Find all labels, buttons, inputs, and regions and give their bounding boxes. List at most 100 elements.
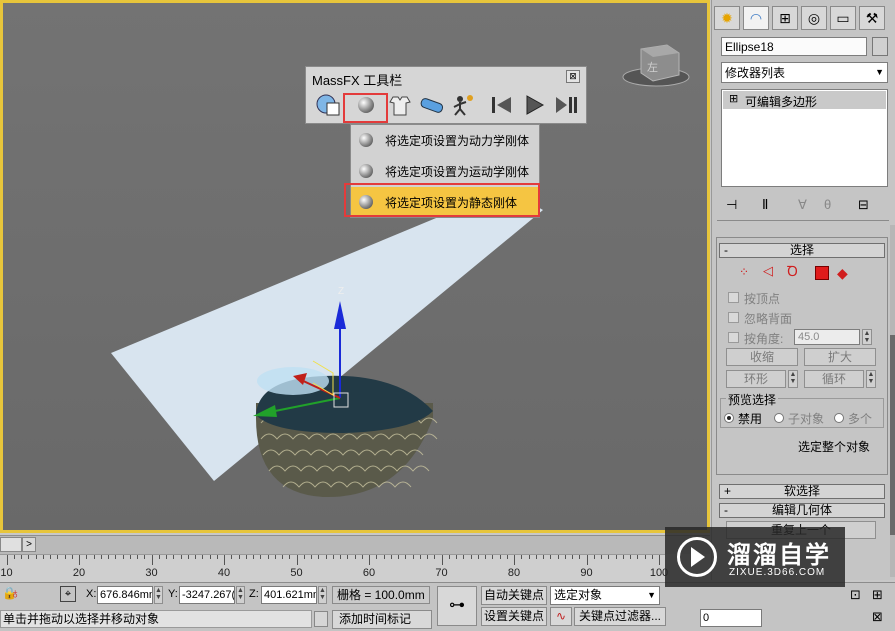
x-spinner[interactable]: ▲ ▼ (154, 586, 163, 604)
timeline-minor-tick (543, 555, 544, 559)
utilities-tab-icon[interactable]: ⚒ (859, 6, 885, 30)
expand-icon[interactable]: ⊞ (729, 92, 738, 105)
timeline-tick-label: 10 (0, 567, 13, 579)
timeline-minor-tick (296, 555, 298, 559)
edit-geometry-rollout-header[interactable]: - 编辑几何体 (719, 503, 885, 518)
subobject-radio[interactable] (774, 413, 784, 423)
z-spinner[interactable]: ▲ ▼ (318, 586, 327, 604)
timeline-minor-tick (427, 555, 428, 559)
make-unique-icon[interactable]: ∀ (798, 197, 807, 213)
absolute-mode-icon[interactable]: ⌖ (60, 586, 76, 602)
key-filter-curve-icon[interactable]: ∿ (550, 607, 572, 626)
timeline-tick-label: 30 (145, 567, 158, 579)
x-coordinate-field[interactable]: 676.846mm (97, 586, 153, 604)
key-filters-button[interactable]: 关键点过滤器... (574, 607, 666, 626)
modifier-stack[interactable]: ⊞ 可编辑多边形 (721, 89, 888, 187)
constraint-icon[interactable] (418, 91, 446, 119)
ragdoll-icon[interactable] (450, 91, 478, 119)
timeline-minor-tick (6, 555, 8, 559)
time-slider[interactable]: > (0, 535, 710, 554)
maximize-viewport-icon[interactable]: ⊠ (872, 609, 883, 625)
play-simulation-icon[interactable] (520, 91, 548, 119)
zoom-extents-icon[interactable]: ⊡ (850, 587, 861, 603)
modify-tab-icon[interactable]: ◠ (743, 6, 769, 30)
mcloth-icon[interactable] (386, 91, 414, 119)
show-end-result-icon[interactable]: Ⅱ (762, 197, 768, 213)
timeline-minor-tick (50, 555, 51, 559)
timeline-minor-tick (151, 555, 153, 559)
reset-simulation-icon[interactable] (488, 91, 516, 119)
angle-field[interactable]: 45.0 (794, 329, 860, 345)
grow-button[interactable]: 扩大 (804, 348, 876, 366)
timeline-ruler[interactable]: 10 20 30 40 50 60 70 80 90 100 (0, 554, 668, 583)
timeline-minor-tick (419, 555, 421, 559)
angle-spinner[interactable]: ▲ ▼ (862, 329, 872, 345)
ring-button[interactable]: 环形 (726, 370, 786, 388)
edge-subobject-icon[interactable]: ◁ (763, 263, 773, 279)
timeline-minor-tick (318, 555, 320, 559)
by-vertex-checkbox[interactable] (728, 292, 739, 303)
timeline-minor-tick (644, 555, 646, 559)
timeline-minor-tick (195, 555, 196, 559)
set-key-button[interactable]: 设置关键点 (481, 607, 547, 626)
viewcube[interactable]: 左 (621, 41, 691, 91)
y-spinner[interactable]: ▲ ▼ (236, 586, 245, 604)
multi-label: 多个 (848, 412, 873, 426)
z-coordinate-field[interactable]: 401.621mm (261, 586, 317, 604)
disable-radio[interactable] (724, 413, 734, 423)
stack-item-editable-poly[interactable]: ⊞ 可编辑多边形 (723, 91, 886, 109)
selection-set-dropdown[interactable]: 选定对象 ▼ (550, 586, 660, 605)
soft-selection-rollout-header[interactable]: + 软选择 (719, 484, 885, 499)
add-time-tag-button[interactable]: 添加时间标记 (332, 610, 432, 629)
configure-sets-icon[interactable]: ⊟ (858, 197, 869, 213)
selection-rollout-header[interactable]: - 选择 (719, 243, 885, 258)
timeline-minor-tick (608, 555, 610, 559)
timeline-minor-tick (245, 555, 247, 559)
auto-key-button[interactable]: 自动关键点 (481, 586, 547, 605)
close-icon[interactable]: ⊠ (566, 70, 580, 83)
time-tag-icon[interactable] (314, 611, 328, 627)
timeline-minor-tick (477, 555, 479, 559)
ignore-backfacing-checkbox[interactable] (728, 312, 739, 323)
timeline-minor-tick (412, 555, 414, 559)
zoom-all-icon[interactable]: ⊞ (872, 587, 883, 603)
current-frame-field[interactable]: 0 (700, 609, 762, 627)
ring-spinner[interactable]: ▲ ▼ (788, 370, 798, 388)
element-subobject-icon[interactable]: ◆ (837, 265, 848, 282)
world-settings-icon[interactable] (314, 91, 342, 119)
key-mode-icon[interactable]: ⊶ (437, 586, 477, 626)
y-coordinate-field[interactable]: -3247.267( (179, 586, 235, 604)
timeline-minor-tick (42, 555, 44, 559)
by-angle-checkbox[interactable] (728, 332, 739, 343)
remove-modifier-icon[interactable]: θ (824, 197, 831, 212)
create-tab-icon[interactable]: ✹ (714, 6, 740, 30)
hierarchy-tab-icon[interactable]: ⊞ (772, 6, 798, 30)
next-frame-arrow[interactable]: > (22, 537, 36, 552)
kinematic-body-icon (359, 164, 373, 178)
menu-item-kinematic-rigid-body[interactable]: 将选定项设置为运动学刚体 (351, 156, 539, 186)
display-tab-icon[interactable]: ▭ (830, 6, 856, 30)
timeline-minor-tick (361, 555, 363, 559)
polygon-subobject-icon[interactable] (815, 266, 829, 280)
border-subobject-icon[interactable]: Ꝺ (787, 262, 798, 281)
loop-button[interactable]: 循环 (804, 370, 864, 388)
multi-radio[interactable] (834, 413, 844, 423)
modifier-list-dropdown[interactable]: 修改器列表 ▼ (721, 62, 888, 83)
timeline-minor-tick (463, 555, 465, 559)
motion-tab-icon[interactable]: ◎ (801, 6, 827, 30)
timeline-minor-tick (448, 555, 450, 559)
shrink-button[interactable]: 收缩 (726, 348, 798, 366)
object-name-field[interactable]: Ellipse18 (721, 37, 867, 56)
isolate-icon[interactable]: ♁ (10, 585, 21, 601)
timeline-minor-tick (260, 555, 262, 559)
time-slider-thumb[interactable] (0, 537, 22, 552)
scrollbar-thumb[interactable] (890, 335, 895, 535)
menu-item-dynamic-rigid-body[interactable]: 将选定项设置为动力学刚体 (351, 125, 539, 155)
loop-spinner[interactable]: ▲ ▼ (866, 370, 876, 388)
selection-status: 选定整个对象 (798, 440, 871, 454)
step-simulation-icon[interactable] (552, 91, 580, 119)
vertex-subobject-icon[interactable]: ⁘ (739, 265, 749, 279)
object-color-swatch[interactable] (872, 37, 888, 56)
pin-stack-icon[interactable]: ⊣ (726, 197, 737, 213)
panel-scrollbar[interactable] (890, 225, 895, 577)
